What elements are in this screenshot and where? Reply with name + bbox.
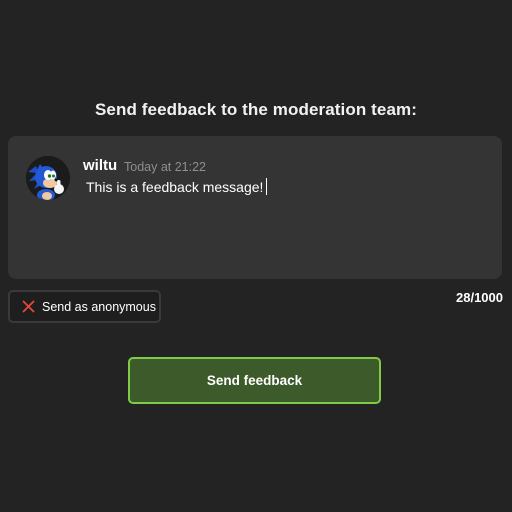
- message-preview-box[interactable]: wiltu Today at 21:22 This is a feedback …: [8, 136, 502, 279]
- username: wiltu: [83, 157, 118, 174]
- send-anonymous-toggle[interactable]: Send as anonymous: [8, 290, 161, 323]
- character-counter: 28/1000: [456, 290, 503, 305]
- send-anonymous-label: Send as anonymous: [42, 299, 156, 314]
- send-feedback-button[interactable]: Send feedback: [128, 357, 381, 404]
- feedback-message-input[interactable]: This is a feedback message!: [86, 178, 486, 198]
- feedback-page: Send feedback to the moderation team: wi…: [0, 0, 512, 512]
- text-caret: [266, 178, 268, 195]
- hedgehog-avatar-icon: [26, 156, 70, 200]
- page-title: Send feedback to the moderation team:: [94, 100, 418, 119]
- x-icon: [22, 300, 35, 313]
- message-text: This is a feedback message!: [86, 179, 264, 195]
- message-timestamp: Today at 21:22: [124, 160, 207, 174]
- avatar: [26, 156, 70, 200]
